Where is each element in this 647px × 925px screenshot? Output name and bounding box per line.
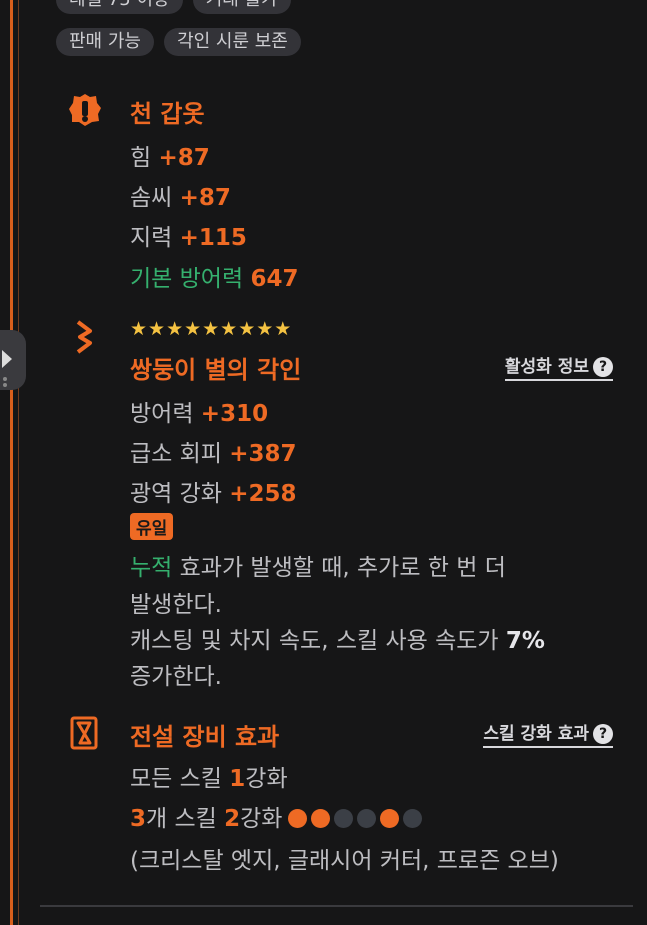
legend-effect-line: 모든 스킬 1강화: [130, 759, 288, 793]
keyword: 누적: [130, 555, 173, 581]
rune-icon: [68, 320, 102, 354]
handle-dot: [3, 377, 7, 381]
stat-label: 방어력: [130, 401, 201, 427]
skill-list-note: (크리스탈 엣지, 글래시어 커터, 프로즌 오브): [130, 848, 559, 874]
stat-line: 지력 +115: [130, 218, 247, 252]
question-icon: ?: [593, 724, 613, 744]
stat-line: 급소 회피 +387: [130, 434, 297, 468]
stat-value: 647: [250, 266, 299, 292]
stat-label: 지력: [130, 225, 180, 251]
stat-value: +310: [200, 401, 269, 427]
drawer-handle[interactable]: [0, 330, 26, 390]
desc-value: 2: [224, 806, 241, 832]
stat-line: 광역 강화 +258: [130, 474, 297, 508]
stat-value: +87: [179, 185, 231, 211]
stat-label: 광역 강화: [130, 481, 230, 507]
effect-desc-line: 누적 효과가 발생할 때, 추가로 한 번 더: [130, 548, 506, 582]
stat-label: 힘: [130, 145, 159, 171]
unique-badge: 유일: [130, 513, 174, 540]
divider: [40, 905, 633, 907]
base-defense-line: 기본 방어력 647: [130, 259, 298, 293]
tag-row: 판매 가능 각인 시룬 보존: [56, 28, 306, 56]
effect-desc-line: 캐스팅 및 차지 속도, 스킬 사용 속도가 7%: [130, 621, 545, 655]
link-label: 스킬 강화 효과: [483, 724, 589, 744]
desc-value: 3: [130, 806, 147, 832]
link-label: 활성화 정보: [504, 357, 589, 377]
legendary-title: 전설 장비 효과: [130, 723, 280, 751]
accent-rail: [10, 0, 13, 925]
tag-chip: 거래 불가: [192, 0, 291, 14]
stat-label: 기본 방어력: [130, 266, 251, 292]
desc-text: 모든 스킬: [130, 766, 230, 792]
stat-value: +387: [229, 441, 297, 467]
armor-shield-icon: [68, 93, 102, 127]
tag-chip: 판매 가능: [56, 28, 154, 56]
star-rating: ★★★★★★★★★: [130, 318, 293, 340]
desc-text: 강화: [240, 806, 283, 832]
stat-line: 방어력 +310: [130, 394, 268, 428]
effect-desc-line: 증가한다.: [130, 664, 222, 690]
stat-line: 힘 +87: [130, 138, 210, 172]
stat-label: 급소 회피: [130, 441, 230, 467]
desc-text: 강화: [245, 766, 288, 792]
progress-dot-empty: [334, 809, 354, 828]
desc-value: 1: [229, 766, 246, 792]
stat-label: 솜씨: [130, 185, 180, 211]
stat-value: +87: [158, 145, 210, 171]
question-icon: ?: [593, 357, 613, 377]
progress-dot-empty: [357, 809, 377, 828]
progress-dot-filled: [311, 809, 331, 828]
progress-dot-filled: [288, 809, 308, 828]
progress-dots: [288, 808, 426, 834]
legendary-book-icon: [68, 716, 102, 750]
desc-text: 효과가 발생할 때, 추가로 한 번 더: [172, 555, 506, 581]
stat-value: +258: [229, 481, 297, 507]
desc-text: 캐스팅 및 차지 속도, 스킬 사용 속도가: [130, 628, 506, 654]
skill-boost-link[interactable]: 스킬 강화 효과?: [483, 719, 613, 748]
item-type-title: 천 갑옷: [130, 100, 205, 128]
accent-rail-inner: [18, 0, 19, 925]
effect-desc-line: 발생한다.: [130, 592, 222, 618]
tag-row-top: 레벨 75 이상 거래 불가: [56, 0, 296, 14]
stat-value: +115: [179, 225, 247, 251]
tag-chip: 레벨 75 이상: [56, 0, 183, 14]
progress-dot-empty: [403, 809, 423, 828]
rune-title: 쌍둥이 별의 각인: [130, 356, 302, 384]
desc-text: 개 스킬: [146, 806, 225, 832]
desc-value: 7%: [505, 628, 545, 654]
handle-dot: [3, 383, 7, 387]
stat-line: 솜씨 +87: [130, 178, 231, 212]
legend-effect-line: 3개 스킬 2강화: [130, 799, 426, 834]
activation-info-link[interactable]: 활성화 정보?: [504, 352, 613, 381]
progress-dot-filled: [380, 809, 400, 828]
tag-chip: 각인 시룬 보존: [164, 28, 301, 56]
